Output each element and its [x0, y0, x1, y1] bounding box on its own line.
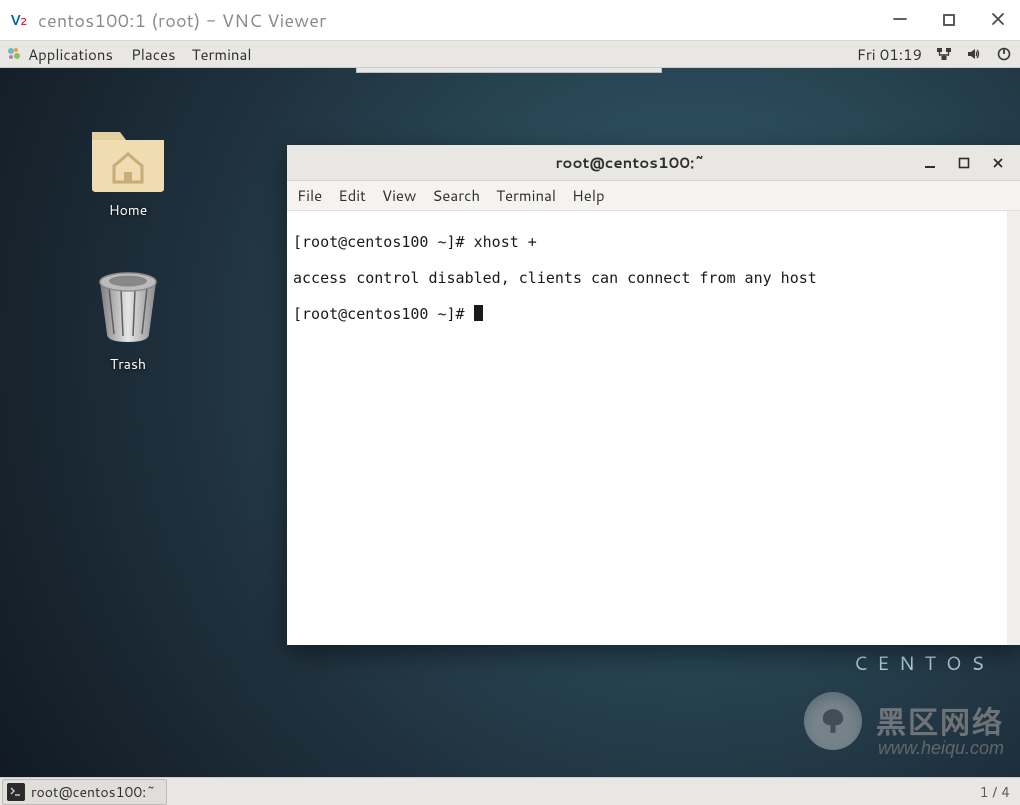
- terminal-cursor: [474, 305, 483, 321]
- watermark-url: www.heiqu.com: [876, 738, 1004, 759]
- bottom-taskbar: root@centos100:~ 1 / 4: [0, 777, 1020, 805]
- vnc-titlebar: V 2 centos100:1 (root) - VNC Viewer: [0, 0, 1020, 40]
- terminal-minimize-button[interactable]: [913, 145, 947, 181]
- desktop[interactable]: Home Trash 7 CENTOS: [0, 68, 1020, 777]
- desktop-icon-trash[interactable]: Trash: [78, 264, 178, 374]
- terminal-menu-help[interactable]: Help: [572, 185, 605, 206]
- terminal-menu-terminal[interactable]: Terminal: [496, 185, 556, 206]
- applications-menu[interactable]: Applications: [4, 44, 115, 65]
- terminal-icon: [7, 783, 25, 801]
- vnc-close-button[interactable]: [990, 7, 1006, 33]
- folder-home-icon: [84, 112, 172, 196]
- network-icon[interactable]: [936, 46, 952, 62]
- svg-text:2: 2: [20, 15, 27, 29]
- power-icon[interactable]: [996, 46, 1012, 62]
- terminal-menubar: File Edit View Search Terminal Help: [287, 181, 1020, 211]
- desktop-icon-home-label: Home: [78, 200, 178, 220]
- vnc-minimize-button[interactable]: [892, 7, 908, 33]
- terminal-maximize-button[interactable]: [947, 145, 981, 181]
- terminal-close-button[interactable]: [981, 145, 1015, 181]
- terminal-line: access control disabled, clients can con…: [293, 269, 817, 287]
- watermark: 黑区网络 www.heiqu.com: [876, 698, 1004, 759]
- foot-icon: [6, 46, 22, 62]
- terminal-menu[interactable]: Terminal: [192, 44, 252, 65]
- terminal-menu-edit[interactable]: Edit: [338, 185, 366, 206]
- desktop-icon-trash-label: Trash: [78, 354, 178, 374]
- watermark-badge-icon: [804, 692, 862, 750]
- applications-label: Applications: [28, 44, 113, 65]
- vnc-logo-icon: V 2: [10, 10, 30, 30]
- vnc-maximize-button[interactable]: [942, 7, 956, 33]
- gnome-top-bar: Applications Places Terminal Fri 01:19: [0, 40, 1020, 68]
- terminal-body[interactable]: [root@centos100 ~]# xhost + access contr…: [287, 211, 1020, 645]
- terminal-prompt: [root@centos100 ~]#: [293, 305, 474, 323]
- terminal-scrollbar[interactable]: [1007, 211, 1020, 645]
- watermark-cn: 黑区网络: [876, 698, 1004, 742]
- trash-icon: [89, 264, 167, 350]
- desktop-icon-home[interactable]: Home: [78, 112, 178, 220]
- places-menu[interactable]: Places: [131, 44, 176, 65]
- terminal-menu-file[interactable]: File: [297, 185, 322, 206]
- terminal-menu-search[interactable]: Search: [432, 185, 480, 206]
- terminal-title: root@centos100:~: [347, 152, 913, 173]
- clock[interactable]: Fri 01:19: [857, 44, 922, 65]
- volume-icon[interactable]: [966, 46, 982, 62]
- workspace-indicator[interactable]: 1 / 4: [970, 782, 1020, 802]
- terminal-window: root@centos100:~ File Edit View: [287, 145, 1020, 645]
- terminal-titlebar[interactable]: root@centos100:~: [287, 145, 1020, 181]
- taskbar-item-label: root@centos100:~: [31, 782, 156, 802]
- vnc-window-title: centos100:1 (root) - VNC Viewer: [38, 7, 892, 33]
- terminal-menu-view[interactable]: View: [382, 185, 417, 206]
- terminal-line: [root@centos100 ~]# xhost +: [293, 233, 537, 251]
- top-url-box-remnant: [356, 68, 662, 73]
- taskbar-item-terminal[interactable]: root@centos100:~: [2, 779, 167, 805]
